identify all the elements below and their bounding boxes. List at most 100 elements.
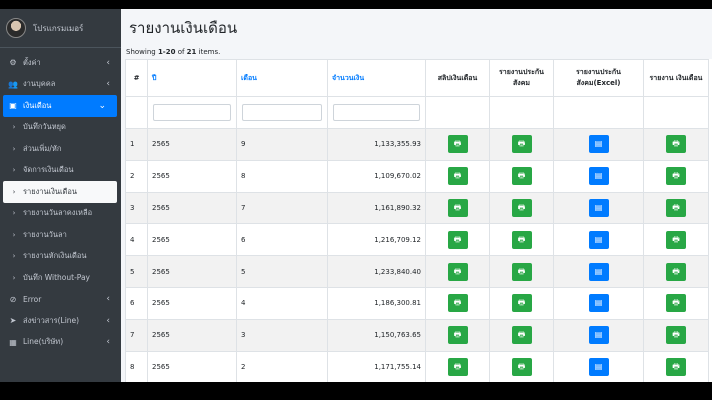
print-social-button[interactable]: 🖶 — [511, 262, 532, 281]
print-slip-button[interactable]: 🖶 — [447, 357, 468, 376]
export-social-excel-button[interactable]: ▤ — [588, 262, 609, 281]
col-month[interactable]: เดือน — [236, 59, 328, 97]
col-social: รายงานประกัน สังคม — [489, 59, 554, 97]
export-social-excel-button[interactable]: ▤ — [588, 230, 609, 249]
cell-action: 🖶 — [425, 318, 490, 352]
print-social-button[interactable]: 🖶 — [511, 230, 532, 249]
export-social-excel-button[interactable]: ▤ — [588, 198, 609, 217]
filter-month-input[interactable] — [242, 104, 322, 121]
sidebar-item[interactable]: ⊘ Error ‹ — [0, 289, 121, 311]
summary-range: 1-20 — [157, 48, 176, 56]
sidebar-item-label: จัดการเงินเดือน — [23, 165, 74, 175]
chevron-right-icon: › — [12, 187, 16, 196]
sidebar-item[interactable]: › รายงานหักเงินเดือน — [0, 246, 121, 268]
cell-amount: 1,216,709.12 — [327, 223, 426, 257]
cell-year: 2565 — [147, 255, 237, 288]
print-slip-button[interactable]: 🖶 — [447, 262, 468, 281]
sidebar-item[interactable]: › บันทึกวันหยุด — [0, 117, 121, 139]
summary-suffix: items. — [196, 48, 221, 56]
sidebar-item[interactable]: ▦ Line(บริษัท) ‹ — [0, 332, 121, 354]
cell-action: 🖶 — [643, 191, 709, 225]
export-social-excel-button[interactable]: ▤ — [588, 357, 609, 376]
chevron-right-icon: › — [12, 144, 16, 153]
print-slip-button[interactable]: 🖶 — [447, 167, 468, 186]
filter-cell-empty — [125, 96, 148, 129]
print-icon: 🖶 — [517, 139, 526, 149]
sidebar-item[interactable]: 👥 งานบุคคล ‹ — [0, 74, 121, 96]
cell-index: 5 — [125, 255, 148, 288]
file-excel-icon: ▤ — [594, 171, 603, 181]
print-slip-button[interactable]: 🖶 — [447, 326, 468, 345]
print-slip-button[interactable]: 🖶 — [447, 230, 468, 249]
file-excel-icon: ▤ — [594, 361, 603, 371]
menu-icon: ▦ — [9, 337, 17, 347]
menu-icon: ⊘ — [9, 294, 17, 304]
file-excel-icon: ▤ — [594, 298, 603, 308]
filter-cell-empty — [425, 96, 490, 129]
print-social-button[interactable]: 🖶 — [511, 357, 532, 376]
summary-total: 21 — [186, 48, 197, 56]
col-amount[interactable]: จำนวนเงิน — [327, 59, 426, 97]
export-social-excel-button[interactable]: ▤ — [588, 167, 609, 186]
print-social-button[interactable]: 🖶 — [511, 135, 532, 154]
print-salary-report-button[interactable]: 🖶 — [666, 198, 686, 217]
chevron-left-icon: ‹ — [106, 79, 110, 90]
sidebar-item[interactable]: › ส่วนเพิ่ม/หัก — [0, 138, 121, 160]
sidebar-item[interactable]: › รายงานเงินเดือน — [3, 181, 117, 203]
print-icon: 🖶 — [672, 330, 680, 340]
chevron-right-icon: › — [12, 166, 16, 175]
print-slip-button[interactable]: 🖶 — [447, 135, 468, 154]
cell-month: 5 — [236, 255, 328, 288]
salary-report-grid: # ปี เดือน จำนวนเงิน สลิปเงินเดือน รายงา… — [125, 59, 712, 382]
sidebar-item[interactable]: › บันทึก Without-Pay — [0, 267, 121, 289]
sidebar-item-label: รายงานหักเงินเดือน — [23, 251, 87, 261]
filter-amount-input[interactable] — [333, 104, 420, 121]
filter-year-input[interactable] — [153, 104, 231, 121]
print-salary-report-button[interactable]: 🖶 — [666, 326, 686, 345]
cell-action: 🖶 — [489, 223, 554, 257]
sidebar-item[interactable]: › จัดการเงินเดือน — [0, 160, 121, 182]
print-salary-report-button[interactable]: 🖶 — [666, 262, 686, 281]
print-social-button[interactable]: 🖶 — [511, 326, 532, 345]
filter-cell-empty — [553, 96, 644, 129]
print-slip-button[interactable]: 🖶 — [447, 294, 468, 313]
file-excel-icon: ▤ — [594, 330, 603, 340]
print-salary-report-button[interactable]: 🖶 — [666, 357, 686, 376]
user-panel[interactable]: โปรแกรมเมอร์ — [0, 9, 121, 48]
cell-year: 2565 — [147, 318, 237, 352]
chevron-down-icon: ⌄ — [98, 100, 106, 111]
sidebar-item-label: ส่งข่าวสาร(Line) — [23, 315, 80, 325]
cell-action: 🖶 — [643, 255, 709, 288]
sidebar-item[interactable]: ⚙ ตั้งค่า ‹ — [0, 52, 121, 74]
user-name: โปรแกรมเมอร์ — [33, 23, 84, 33]
print-social-button[interactable]: 🖶 — [511, 198, 532, 217]
export-social-excel-button[interactable]: ▤ — [588, 294, 609, 313]
sidebar-item[interactable]: › รายงานวันลาคงเหลือ — [0, 203, 121, 225]
sidebar-item-label: รายงานวันลา — [23, 229, 67, 239]
print-icon: 🖶 — [672, 361, 680, 371]
sidebar: โปรแกรมเมอร์ ⚙ ตั้งค่า ‹ 👥 งานบุคคล ‹ ▣ เงินเดื… — [0, 9, 121, 382]
cell-year: 2565 — [147, 128, 237, 161]
print-icon: 🖶 — [453, 266, 462, 276]
print-social-button[interactable]: 🖶 — [511, 167, 532, 186]
cell-month: 8 — [236, 159, 328, 193]
export-social-excel-button[interactable]: ▤ — [588, 135, 609, 154]
print-icon: 🖶 — [672, 171, 680, 181]
sidebar-item-label: ตั้งค่า — [23, 57, 41, 67]
print-salary-report-button[interactable]: 🖶 — [666, 294, 686, 313]
cell-action: 🖶 — [489, 350, 554, 382]
sidebar-item-label: บันทึกวันหยุด — [23, 122, 66, 132]
app-window: โปรแกรมเมอร์ ⚙ ตั้งค่า ‹ 👥 งานบุคคล ‹ ▣ เงินเดื… — [0, 9, 712, 382]
sidebar-item[interactable]: ➤ ส่งข่าวสาร(Line) ‹ — [0, 310, 121, 332]
print-salary-report-button[interactable]: 🖶 — [666, 167, 686, 186]
print-social-button[interactable]: 🖶 — [511, 294, 532, 313]
print-slip-button[interactable]: 🖶 — [447, 198, 468, 217]
table-row: 7 2565 3 1,150,763.65 🖶 🖶 ▤ 🖶 — [125, 318, 709, 352]
sidebar-item[interactable]: ▣ เงินเดือน ⌄ — [3, 95, 117, 117]
sidebar-item[interactable]: › รายงานวันลา — [0, 224, 121, 246]
print-salary-report-button[interactable]: 🖶 — [666, 230, 686, 249]
col-year[interactable]: ปี — [147, 59, 237, 97]
print-salary-report-button[interactable]: 🖶 — [666, 135, 686, 154]
export-social-excel-button[interactable]: ▤ — [588, 326, 609, 345]
col-salary-report: รายงาน เงินเดือน — [643, 59, 709, 97]
